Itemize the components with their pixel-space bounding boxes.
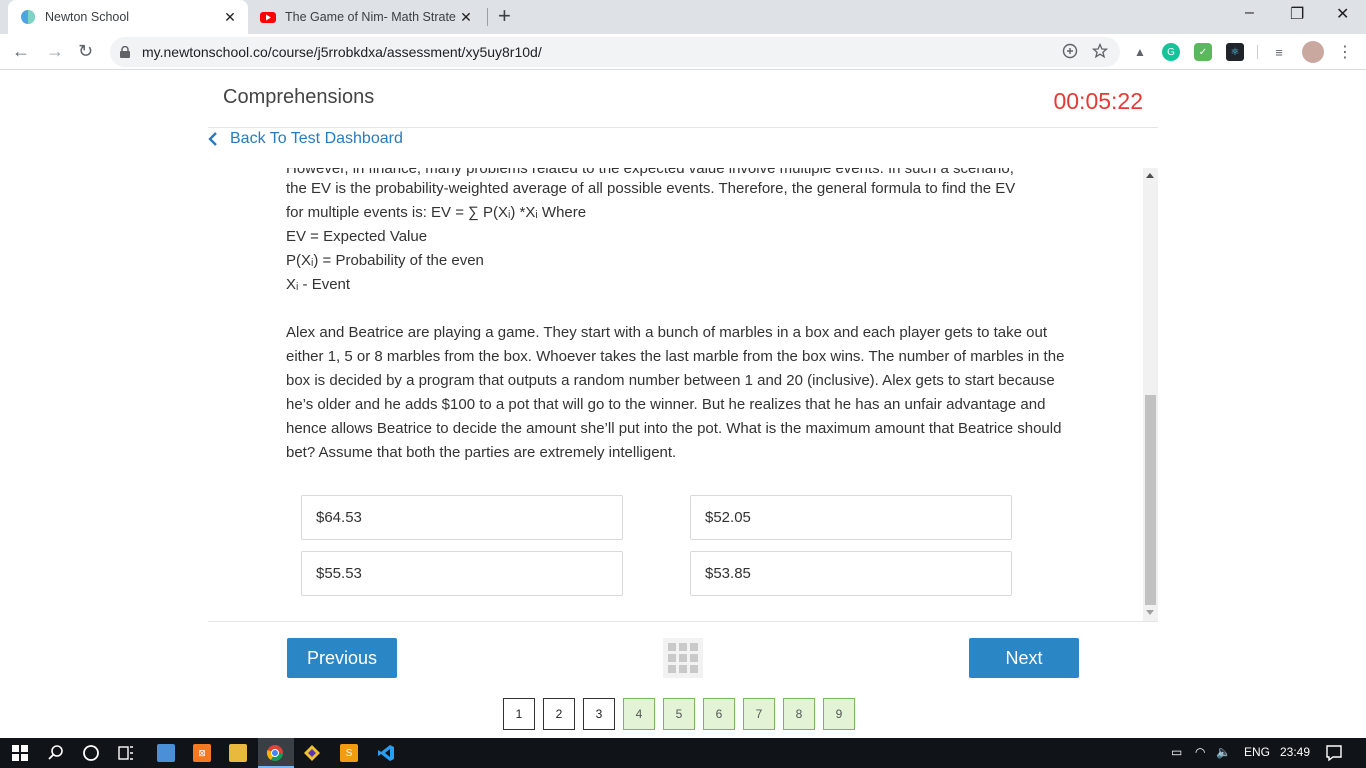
- add-circle-icon[interactable]: [1062, 43, 1078, 59]
- language-indicator[interactable]: ENG: [1244, 745, 1270, 759]
- tab-separator: [487, 8, 488, 26]
- save-extension-icon[interactable]: ✓: [1194, 43, 1212, 61]
- back-to-dashboard-link[interactable]: Back To Test Dashboard: [208, 130, 403, 148]
- content-scrollbar[interactable]: [1143, 168, 1158, 621]
- next-button[interactable]: Next: [969, 638, 1079, 678]
- previous-button[interactable]: Previous: [287, 638, 397, 678]
- answer-option-2[interactable]: $52.05: [690, 495, 1012, 540]
- tab-game-of-nim[interactable]: The Game of Nim- Math Strategy ✕: [252, 0, 484, 34]
- page-number-button[interactable]: 1: [503, 698, 535, 730]
- task-view-icon[interactable]: [117, 744, 135, 762]
- window-close-button[interactable]: ✕: [1336, 4, 1349, 24]
- answer-option-3[interactable]: $55.53: [301, 551, 623, 596]
- question-text: the EV is the probability-weighted avera…: [286, 177, 1076, 465]
- browser-tab-strip: Newton School ✕ The Game of Nim- Math St…: [0, 0, 1366, 34]
- minimize-button[interactable]: –: [1245, 4, 1254, 22]
- new-tab-button[interactable]: +: [498, 5, 511, 27]
- volume-icon[interactable]: 🔈: [1216, 745, 1231, 759]
- page-title: Comprehensions: [223, 86, 375, 108]
- assessment-header: Comprehensions 00:05:22: [208, 80, 1158, 128]
- notepad-icon[interactable]: [157, 744, 175, 762]
- git-kraken-icon[interactable]: [303, 744, 321, 762]
- page-number-button[interactable]: 6: [703, 698, 735, 730]
- youtube-icon: [260, 12, 276, 23]
- question-pager: 123456789: [503, 698, 855, 730]
- battery-icon[interactable]: ▭: [1171, 745, 1182, 759]
- question-grid-icon[interactable]: [663, 638, 703, 678]
- answer-option-1[interactable]: $64.53: [301, 495, 623, 540]
- footer-divider: [208, 621, 1158, 622]
- grammarly-icon[interactable]: G: [1162, 43, 1180, 61]
- question-line: EV = Expected Value: [286, 228, 428, 245]
- search-icon[interactable]: [47, 744, 65, 762]
- notification-center-icon[interactable]: [1325, 744, 1343, 762]
- menu-kebab-icon[interactable]: ⋮: [1336, 43, 1354, 61]
- react-devtools-icon[interactable]: ⚛: [1226, 43, 1244, 61]
- tab-newton-school[interactable]: Newton School ✕: [8, 0, 248, 34]
- chevron-left-icon: [208, 132, 217, 146]
- star-icon[interactable]: [1092, 43, 1108, 59]
- browser-toolbar: ← → ↻ my.newtonschool.co/course/j5rrobkd…: [0, 34, 1366, 70]
- lock-icon: [120, 46, 130, 58]
- tab-close-button[interactable]: ✕: [456, 9, 476, 26]
- file-explorer-icon[interactable]: [229, 744, 247, 762]
- question-panel[interactable]: However, in finance, many problems relat…: [208, 168, 1158, 621]
- scroll-up-arrow-icon[interactable]: [1146, 173, 1154, 178]
- page-number-button[interactable]: 4: [623, 698, 655, 730]
- scroll-down-arrow-icon[interactable]: [1146, 610, 1154, 615]
- tab-title: The Game of Nim- Math Strategy: [285, 10, 456, 24]
- windows-start-icon[interactable]: [11, 744, 29, 762]
- toolbar-divider: [1257, 45, 1258, 59]
- xampp-icon[interactable]: ⊠: [193, 744, 211, 762]
- question-line: for multiple events is: EV = ∑ P(Xᵢ) *Xᵢ…: [286, 204, 587, 221]
- cortana-icon[interactable]: [82, 744, 100, 762]
- restore-button[interactable]: ❐: [1290, 4, 1304, 24]
- question-line: P(Xᵢ) = Probability of the even: [286, 252, 484, 269]
- page-number-button[interactable]: 9: [823, 698, 855, 730]
- page-number-button[interactable]: 3: [583, 698, 615, 730]
- media-controls-icon[interactable]: ≡: [1270, 43, 1288, 61]
- question-line: the EV is the probability-weighted avera…: [286, 180, 1016, 197]
- scrollbar-thumb[interactable]: [1145, 395, 1156, 605]
- page-number-button[interactable]: 5: [663, 698, 695, 730]
- forward-arrow-icon[interactable]: →: [46, 41, 64, 62]
- page-number-button[interactable]: 7: [743, 698, 775, 730]
- tab-title: Newton School: [45, 10, 130, 24]
- tab-close-button[interactable]: ✕: [220, 9, 240, 26]
- wifi-icon[interactable]: ◠: [1195, 745, 1205, 759]
- question-line: Xᵢ - Event: [286, 276, 351, 293]
- url-text: my.newtonschool.co/course/j5rrobkdxa/ass…: [142, 44, 542, 60]
- back-link-label: Back To Test Dashboard: [230, 130, 403, 147]
- drive-extension-icon[interactable]: ▲: [1131, 43, 1149, 61]
- newton-school-icon: [21, 10, 35, 24]
- sublime-text-icon[interactable]: S: [340, 744, 358, 762]
- answer-option-4[interactable]: $53.85: [690, 551, 1012, 596]
- reload-icon[interactable]: ↻: [78, 41, 93, 62]
- system-clock[interactable]: 23:49: [1280, 745, 1310, 759]
- countdown-timer: 00:05:22: [1053, 88, 1143, 114]
- back-arrow-icon[interactable]: ←: [12, 41, 30, 62]
- question-paragraph: Alex and Beatrice are playing a game. Th…: [286, 324, 1065, 461]
- windows-taskbar: ⊠ S ▭ ◠ 🔈 ENG 23:49: [0, 738, 1366, 768]
- chrome-icon[interactable]: [266, 744, 284, 762]
- page-number-button[interactable]: 8: [783, 698, 815, 730]
- address-bar[interactable]: my.newtonschool.co/course/j5rrobkdxa/ass…: [110, 37, 1120, 67]
- vscode-icon[interactable]: [377, 744, 395, 762]
- profile-avatar[interactable]: [1302, 41, 1324, 63]
- page-number-button[interactable]: 2: [543, 698, 575, 730]
